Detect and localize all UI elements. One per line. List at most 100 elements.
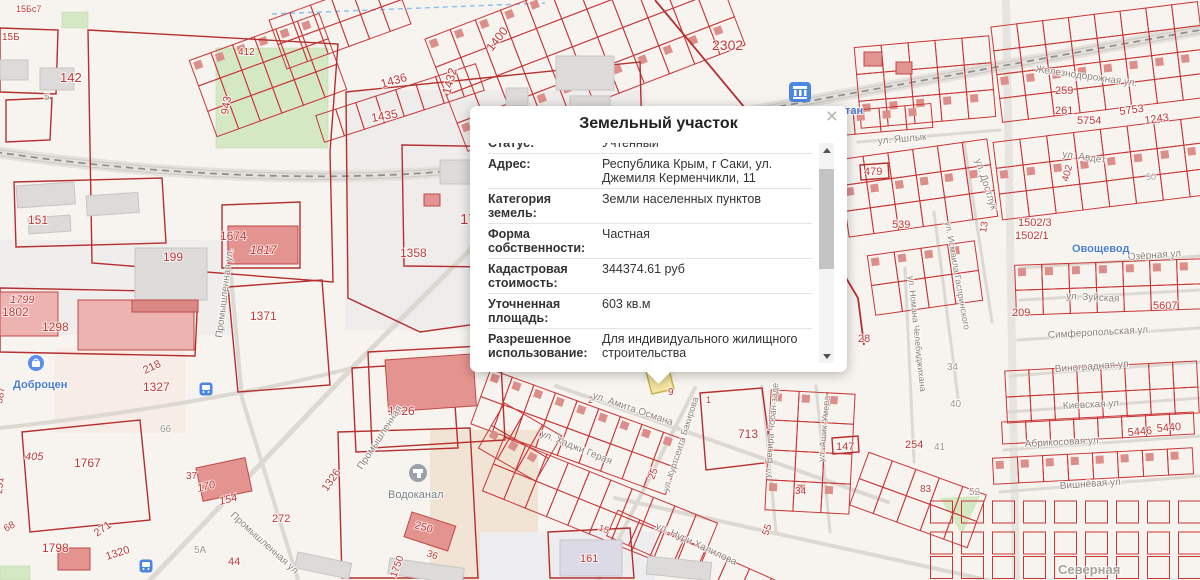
parcel-outline[interactable] [22,420,150,532]
parcel[interactable] [1097,416,1122,439]
parcel[interactable] [546,393,578,428]
parcel[interactable] [290,5,320,37]
parcel[interactable] [568,498,600,534]
parcel[interactable] [1068,14,1097,41]
parcel[interactable] [993,557,1015,579]
parcel[interactable] [1180,73,1200,100]
parcel[interactable] [481,369,513,404]
parcel[interactable] [1017,21,1046,48]
parcel[interactable] [999,191,1029,220]
parcel[interactable] [1024,501,1046,523]
parcel[interactable] [1042,454,1068,481]
parcel-grid[interactable] [838,139,997,237]
parcel[interactable] [662,0,698,8]
parcel[interactable] [1107,178,1137,207]
parcel[interactable] [945,194,973,223]
road-sign-icon[interactable] [200,383,213,396]
parcel[interactable] [623,18,659,56]
parcel[interactable] [524,385,556,420]
parcel[interactable] [1142,449,1168,476]
parcel[interactable] [1092,452,1118,479]
parcel[interactable] [1181,116,1200,145]
parcel[interactable] [1160,171,1190,200]
parcel[interactable] [1179,557,1200,579]
parcel[interactable] [361,7,391,39]
parcel[interactable] [1127,123,1157,152]
parcel[interactable] [632,424,664,459]
close-icon[interactable]: × [826,106,838,128]
parcel[interactable] [1157,145,1187,174]
parcel[interactable] [941,168,969,197]
parcel[interactable] [562,9,598,47]
parcel[interactable] [905,104,933,130]
parcel[interactable] [967,90,996,119]
parcel[interactable] [189,53,220,86]
parcel[interactable] [1024,557,1046,579]
parcel[interactable] [1077,86,1106,113]
parcel[interactable] [867,252,898,285]
parcel[interactable] [557,463,589,499]
store-icon[interactable] [28,355,44,371]
railway-station-icon[interactable] [789,82,811,102]
parcel[interactable] [962,36,991,65]
parcel[interactable] [867,179,895,208]
parcel[interactable] [587,0,623,37]
scroll-down-button[interactable] [819,349,834,363]
parcel[interactable] [846,208,874,237]
parcel[interactable] [873,487,906,522]
parcel[interactable] [913,94,942,123]
parcel[interactable] [1148,557,1170,579]
parcel-outline[interactable] [6,98,52,142]
parcel[interactable] [1187,168,1200,197]
parcel[interactable] [1167,448,1193,475]
parcel[interactable] [888,149,916,178]
parcel[interactable] [1055,501,1077,523]
parcel[interactable] [610,417,642,452]
parcel[interactable] [1055,532,1077,554]
popup-scrollbar[interactable] [819,143,834,363]
parcel[interactable] [1023,162,1053,191]
parcel[interactable] [450,20,486,58]
parcel[interactable] [1026,92,1055,119]
parcel[interactable] [897,496,930,531]
parcel[interactable] [1146,5,1175,32]
parcel[interactable] [879,106,907,132]
parcel[interactable] [1043,18,1072,45]
scrollbar-thumb[interactable] [819,169,834,269]
parcel[interactable] [883,461,916,496]
parcel[interactable] [1086,532,1108,554]
parcel[interactable] [567,401,599,436]
parcel-grid[interactable] [993,116,1200,220]
parcel[interactable] [1148,532,1170,554]
parcel[interactable] [1086,501,1108,523]
scrollbar-track[interactable] [819,157,834,349]
parcel[interactable] [381,0,411,31]
parcel[interactable] [511,29,547,67]
parcel[interactable] [872,282,903,315]
parcel[interactable] [1080,181,1110,210]
parcel[interactable] [937,142,965,171]
parcel[interactable] [1123,286,1151,312]
waterworks-icon[interactable] [409,464,427,482]
parcel[interactable] [1177,49,1200,76]
parcel[interactable] [1026,187,1056,216]
parcel[interactable] [993,532,1015,554]
parcel[interactable] [1094,11,1123,38]
parcel[interactable] [1184,142,1200,171]
parcel[interactable] [940,92,969,121]
parcel[interactable] [1017,456,1043,483]
parcel[interactable] [1117,532,1139,554]
parcel[interactable] [891,175,919,204]
road-sign-icon[interactable] [140,560,153,573]
parcel[interactable] [546,490,578,526]
parcel[interactable] [962,532,984,554]
parcel[interactable] [1067,453,1093,480]
scroll-up-button[interactable] [819,143,834,157]
parcel[interactable] [634,46,670,84]
parcel[interactable] [925,274,956,307]
parcel[interactable] [738,569,771,580]
parcel[interactable] [1103,152,1133,181]
parcel[interactable] [1179,501,1200,523]
parcel[interactable] [1177,284,1200,310]
parcel[interactable] [589,409,621,444]
